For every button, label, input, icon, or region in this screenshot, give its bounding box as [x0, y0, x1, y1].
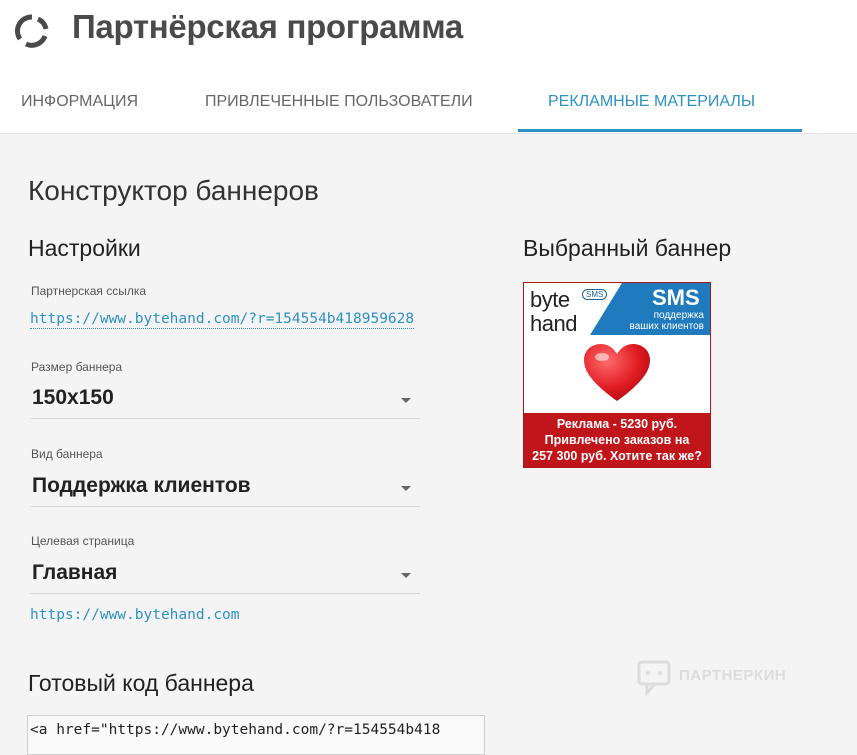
banner-logo-word-1: byte	[530, 287, 570, 312]
target-page-value: Главная	[32, 561, 118, 584]
banner-type-value: Поддержка клиентов	[32, 474, 251, 497]
header-bar: Партнёрская программа ИНФОРМАЦИЯ ПРИВЛЕЧ…	[0, 0, 857, 134]
banner-line-3: 257 300 руб. Хотите так же?	[532, 449, 702, 463]
watermark-text: ПАРТНЕРКИН	[679, 667, 787, 684]
selected-banner-title: Выбранный баннер	[523, 235, 732, 261]
banner-size-select[interactable]: 150x150	[30, 384, 420, 419]
banner-type-label: Вид баннера	[31, 447, 103, 461]
caret-down-icon	[401, 573, 411, 578]
banner-subtitle-2: ваших клиентов	[629, 321, 704, 332]
target-page-link[interactable]: https://www.bytehand.com	[30, 607, 240, 623]
banner-sms-badge: SMS	[582, 289, 608, 300]
tab-info[interactable]: ИНФОРМАЦИЯ	[21, 93, 138, 111]
partner-link[interactable]: https://www.bytehand.com/?r=154554b41895…	[30, 311, 415, 329]
caret-down-icon	[401, 486, 411, 491]
banner-subtitle-1: поддержка	[653, 310, 704, 321]
banner-logo-word-2: hand	[530, 311, 577, 336]
target-page-label: Целевая страница	[31, 534, 135, 548]
section-title: Конструктор баннеров	[28, 175, 319, 206]
banner-type-select[interactable]: Поддержка клиентов	[30, 472, 420, 507]
tab-ad-materials[interactable]: РЕКЛАМНЫЕ МАТЕРИАЛЫ	[548, 93, 755, 111]
banner-code-title: Готовый код баннера	[28, 670, 254, 696]
partner-link-label: Партнерская ссылка	[31, 284, 147, 298]
banner-line-1: Реклама - 5230 руб.	[556, 417, 678, 431]
tab-referred-users[interactable]: ПРИВЛЕЧЕННЫЕ ПОЛЬЗОВАТЕЛИ	[205, 93, 473, 111]
active-tab-indicator	[518, 129, 802, 132]
banner-preview: byte hand SMS SMS поддержка ваших клиент…	[523, 282, 711, 468]
banner-size-value: 150x150	[32, 386, 114, 409]
chat-bubble-icon	[637, 660, 671, 696]
heart-icon	[584, 344, 650, 401]
page-title: Партнёрская программа	[72, 8, 463, 45]
target-page-select[interactable]: Главная	[30, 559, 420, 594]
caret-down-icon	[401, 398, 411, 403]
banner-red-footer: Реклама - 5230 руб. Привлечено заказов н…	[524, 413, 710, 467]
circular-arrows-icon	[15, 14, 49, 48]
banner-code-field[interactable]: <a href="https://www.bytehand.com/?r=154…	[27, 715, 485, 755]
banner-line-2: Привлечено заказов на	[544, 433, 690, 447]
settings-title: Настройки	[28, 235, 141, 261]
banner-sms-heading: SMS	[652, 285, 700, 310]
banner-size-label: Размер баннера	[31, 360, 123, 374]
